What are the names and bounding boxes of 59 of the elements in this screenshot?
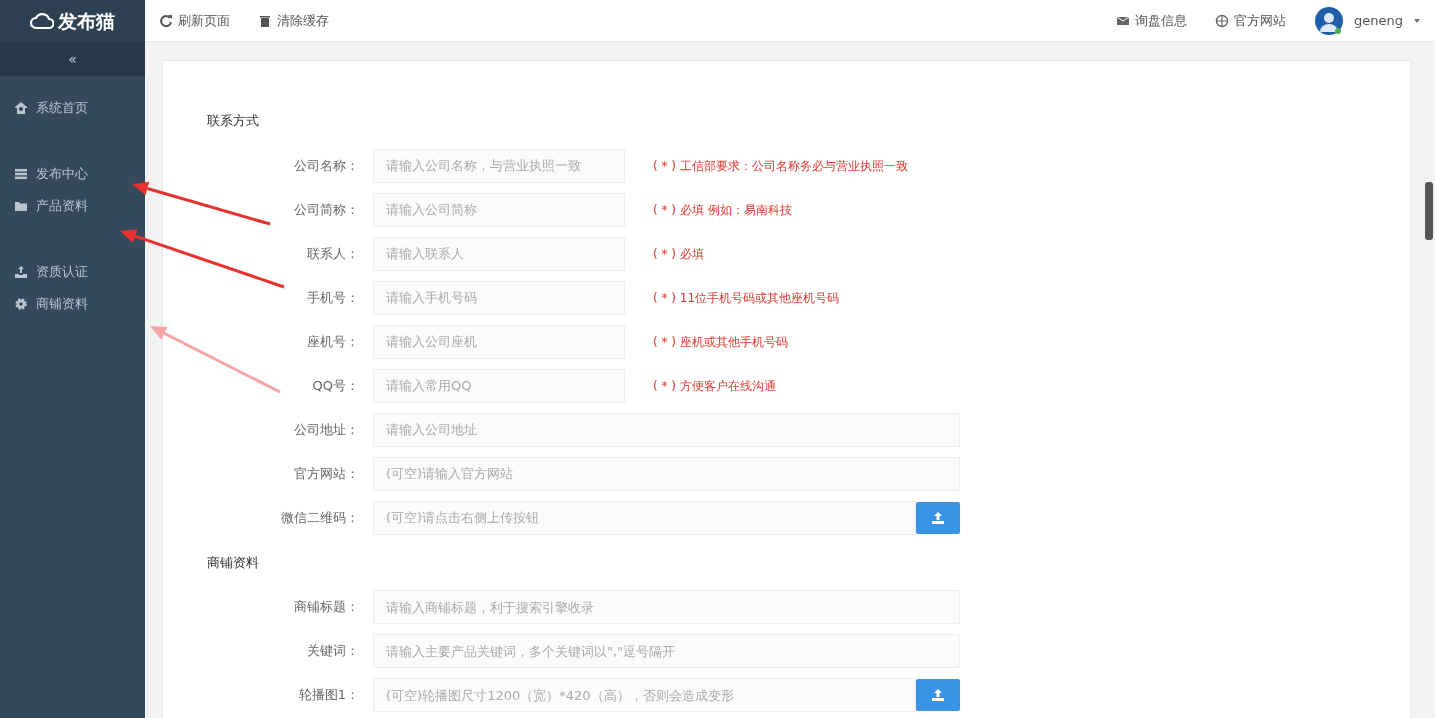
- toolbar-button[interactable]: 刷新页面: [159, 10, 230, 31]
- hint-text: ( * ) 工信部要求：公司名称务必与营业执照一致: [653, 157, 908, 175]
- upload-icon: [14, 265, 28, 279]
- sidebar-item[interactable]: 发布中心: [0, 158, 145, 190]
- sidebar-item[interactable]: 商铺资料: [0, 288, 145, 320]
- input-field[interactable]: 请输入主要产品关键词，多个关键词以","逗号隔开: [373, 634, 960, 668]
- field-label: 关键词：: [306, 642, 360, 661]
- top-link[interactable]: 询盘信息: [1116, 10, 1187, 31]
- input-field[interactable]: 请输入公司简称: [373, 192, 625, 227]
- collapse-button[interactable]: «: [0, 42, 145, 76]
- input-field[interactable]: (可空)轮播图尺寸1200（宽）*420（高），否则会造成变形: [373, 678, 916, 712]
- user-menu[interactable]: geneng: [1314, 5, 1421, 36]
- folder-icon: [14, 199, 28, 213]
- cloud-icon: [30, 11, 54, 31]
- field-label: 官方网站：: [293, 464, 360, 483]
- field-label: 手机号：: [306, 288, 360, 307]
- avatar-icon: [1314, 5, 1344, 36]
- input-field[interactable]: 请输入联系人: [373, 236, 625, 271]
- sidebar-item[interactable]: 系统首页: [0, 92, 145, 124]
- field-label: 联系人：: [306, 244, 360, 263]
- sidebar-item[interactable]: 资质认证: [0, 256, 145, 288]
- sidebar-item[interactable]: 产品资料: [0, 190, 145, 222]
- upload-button[interactable]: [916, 501, 960, 534]
- field-label: 座机号：: [306, 332, 360, 351]
- hint-text: ( * ) 必填 例如：易南科技: [653, 201, 792, 219]
- upload-button[interactable]: [916, 679, 960, 711]
- field-label: QQ号：: [311, 376, 360, 395]
- logo-text: 发布猫: [58, 8, 115, 34]
- settings-icon: [14, 297, 28, 311]
- input-field[interactable]: 请输入商铺标题，利于搜索引擎收录: [373, 590, 960, 624]
- field-label: 微信二维码：: [280, 508, 360, 527]
- list-icon: [14, 167, 28, 181]
- hint-text: ( * ) 方便客户在线沟通: [653, 377, 776, 395]
- upload-icon: [931, 688, 945, 702]
- upload-icon: [931, 510, 945, 525]
- input-field[interactable]: 请输入公司地址: [373, 412, 960, 447]
- house-icon: [14, 101, 28, 115]
- trash-icon: [258, 13, 272, 28]
- hint-text: ( * ) 必填: [653, 245, 704, 263]
- field-label: 公司地址：: [293, 420, 360, 439]
- section-title: 联系方式: [207, 112, 260, 130]
- scrollbar-thumb[interactable]: [1425, 182, 1433, 240]
- globe-icon: [1215, 13, 1229, 28]
- refresh-icon: [159, 13, 173, 28]
- hint-text: ( * ) 座机或其他手机号码: [653, 333, 788, 351]
- section-title: 商铺资料: [207, 553, 260, 572]
- input-field[interactable]: (可空)请点击右侧上传按钮: [373, 500, 916, 535]
- field-label: 商铺标题：: [293, 598, 360, 617]
- field-label: 公司简称：: [293, 200, 360, 219]
- field-label: 轮播图1：: [297, 686, 360, 705]
- hint-text: ( * ) 11位手机号码或其他座机号码: [653, 289, 840, 307]
- input-field[interactable]: 请输入手机号码: [373, 280, 625, 315]
- input-field[interactable]: (可空)请输入官方网站: [373, 456, 960, 491]
- caret-icon: [1413, 17, 1421, 24]
- field-label: 公司名称：: [293, 156, 360, 175]
- toolbar-button[interactable]: 清除缓存: [258, 10, 329, 31]
- input-field[interactable]: 请输入公司座机: [373, 324, 625, 359]
- top-link[interactable]: 官方网站: [1215, 10, 1286, 31]
- input-field[interactable]: 请输入常用QQ: [373, 368, 625, 403]
